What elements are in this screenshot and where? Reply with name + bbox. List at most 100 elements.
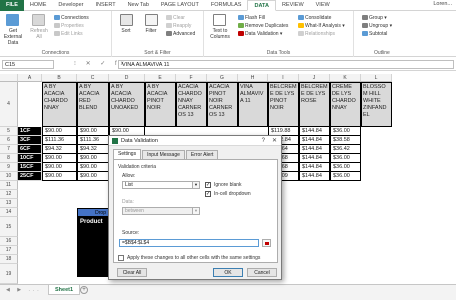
price-cell[interactable]: $90.00 <box>77 172 109 181</box>
relationships-button[interactable]: Relationships <box>298 31 335 38</box>
range-picker-button[interactable] <box>262 239 271 247</box>
price-cell[interactable]: $144.84 <box>299 163 330 172</box>
product-label-cell[interactable]: Product <box>77 217 109 237</box>
header-cell[interactable]: BELCREM E DE LYS ROSE <box>299 82 330 127</box>
price-cell[interactable]: $144.84 <box>299 154 330 163</box>
price-cell[interactable]: $36.42 <box>330 145 361 154</box>
group-button[interactable]: Group ▾ <box>362 15 387 22</box>
edit-links-button[interactable]: Edit Links <box>54 31 83 38</box>
row-label-cell[interactable]: 10CF <box>18 154 42 163</box>
price-cell[interactable]: $90.00 <box>77 163 109 172</box>
price-cell[interactable]: $94.32 <box>77 145 109 154</box>
column-header-h[interactable]: H <box>238 74 268 82</box>
price-cell[interactable]: $111.36 <box>77 136 109 145</box>
close-icon[interactable]: ✕ <box>272 136 277 146</box>
price-cell[interactable]: $90.00 <box>42 154 77 163</box>
row-header-4[interactable]: 4 <box>0 82 18 127</box>
what-if-button[interactable]: What-If Analysis ▾ <box>298 23 345 30</box>
data-validation-button[interactable]: Data Validation ▾ <box>238 31 282 38</box>
connections-button[interactable]: Connections <box>54 15 89 22</box>
price-cell[interactable]: $90.00 <box>42 172 77 181</box>
row-header-16[interactable]: 16 <box>0 237 18 246</box>
price-cell[interactable]: $144.84 <box>299 127 330 136</box>
row-header-19[interactable]: 19 <box>0 264 18 284</box>
row-header-10[interactable]: 10 <box>0 172 18 181</box>
row-header-15[interactable]: 15 <box>0 217 18 237</box>
row-header-12[interactable]: 12 <box>0 190 18 199</box>
price-cell[interactable]: $144.84 <box>299 172 330 181</box>
header-cell[interactable]: ACACIA PINOT NOIR CARNER OS 13 <box>207 82 238 127</box>
row-label-cell[interactable]: 25CF <box>18 172 42 181</box>
row-header-18[interactable]: 18 <box>0 255 18 264</box>
price-cell[interactable]: $90.00 <box>42 127 77 136</box>
data-select[interactable]: between ▼ <box>122 207 200 215</box>
column-header-c[interactable]: C <box>77 74 109 82</box>
column-header-k[interactable]: K <box>330 74 361 82</box>
get-external-data-button[interactable]: Get External Data <box>1 28 25 46</box>
filter-button[interactable]: Filter <box>141 28 161 34</box>
column-header-j[interactable]: J <box>299 74 330 82</box>
row-label-cell[interactable]: 3CF <box>18 136 42 145</box>
price-cell[interactable]: $36.00 <box>330 163 361 172</box>
price-cell[interactable]: $94.32 <box>42 145 77 154</box>
clear-button[interactable]: Clear <box>166 15 185 22</box>
row-label-cell[interactable]: 1CF <box>18 127 42 136</box>
remove-duplicates-button[interactable]: Remove Duplicates <box>238 23 288 30</box>
tab-error-alert[interactable]: Error Alert <box>185 150 219 159</box>
row-header-5[interactable]: 5 <box>0 127 18 136</box>
tab-formulas[interactable]: FORMULAS <box>205 0 248 11</box>
price-cell[interactable]: $144.84 <box>299 145 330 154</box>
header-cell[interactable]: A BY ACACIA CHARDO NNAY <box>42 82 77 127</box>
sheet-nav-arrows[interactable]: ◀ ▶ ... <box>6 287 42 293</box>
row-label-cell[interactable]: 6CF <box>18 145 42 154</box>
help-icon[interactable]: ? <box>262 136 265 146</box>
select-all-corner[interactable] <box>0 74 18 82</box>
row-header-17[interactable]: 17 <box>0 246 18 255</box>
row-header-6[interactable]: 6 <box>0 136 18 145</box>
row-header-8[interactable]: 8 <box>0 154 18 163</box>
row-label-cell[interactable]: 15CF <box>18 163 42 172</box>
cancel-button[interactable]: Cancel <box>247 268 277 277</box>
row-header-11[interactable]: 11 <box>0 181 18 190</box>
advanced-button[interactable]: Advanced <box>166 31 195 38</box>
price-cell[interactable]: $36.00 <box>330 127 361 136</box>
price-cell[interactable]: $90.00 <box>42 163 77 172</box>
header-cell[interactable]: ACACIA CHARDO NNAY CARNER OS 13 <box>176 82 207 127</box>
tab-input-message[interactable]: Input Message <box>142 150 185 159</box>
column-header-f[interactable]: F <box>176 74 207 82</box>
header-cell[interactable]: A BY ACACIA PINOT NOIR <box>145 82 176 127</box>
column-header-g[interactable]: G <box>207 74 238 82</box>
refresh-all-button[interactable]: Refresh All <box>28 28 50 40</box>
subtotal-button[interactable]: Subtotal <box>362 31 387 38</box>
tab-view[interactable]: VIEW <box>310 0 336 11</box>
price-cell[interactable]: $36.00 <box>330 172 361 181</box>
consolidate-button[interactable]: Consolidate <box>298 15 331 22</box>
reapply-button[interactable]: Reapply <box>166 23 191 30</box>
tab-page-layout[interactable]: PAGE LAYOUT <box>155 0 205 11</box>
column-header-b[interactable]: B <box>42 74 77 82</box>
price-cell[interactable]: $111.36 <box>42 136 77 145</box>
properties-button[interactable]: Properties <box>54 23 84 30</box>
ignore-blank-checkbox[interactable]: ✓ <box>205 182 211 188</box>
tab-review[interactable]: REVIEW <box>276 0 310 11</box>
price-cell[interactable]: $38.58 <box>330 136 361 145</box>
drop-title-cell[interactable]: Drop <box>77 208 109 217</box>
formula-input[interactable]: VINA ALMAVIVA 11 <box>118 60 454 69</box>
sort-button[interactable]: Sort <box>116 28 136 34</box>
row-header-7[interactable]: 7 <box>0 145 18 154</box>
ok-button[interactable]: OK <box>213 268 243 277</box>
row-header-14[interactable]: 14 <box>0 208 18 217</box>
tab-data[interactable]: DATA <box>247 0 276 11</box>
column-header-i[interactable]: I <box>268 74 299 82</box>
ungroup-button[interactable]: Ungroup ▾ <box>362 23 392 30</box>
add-sheet-icon[interactable]: + <box>80 286 88 294</box>
user-name[interactable]: Loren... <box>433 1 452 7</box>
header-cell[interactable]: A BY ACACIA RED BLEND <box>77 82 109 127</box>
tab-file[interactable]: FILE <box>0 0 24 11</box>
allow-select[interactable]: List ▼ <box>122 181 200 189</box>
column-header-d[interactable]: D <box>109 74 145 82</box>
column-header-a[interactable]: A <box>18 74 42 82</box>
name-box[interactable]: C15 <box>2 60 54 69</box>
row-header-9[interactable]: 9 <box>0 163 18 172</box>
header-cell[interactable]: VINA ALMAVIV A 11 <box>238 82 268 127</box>
